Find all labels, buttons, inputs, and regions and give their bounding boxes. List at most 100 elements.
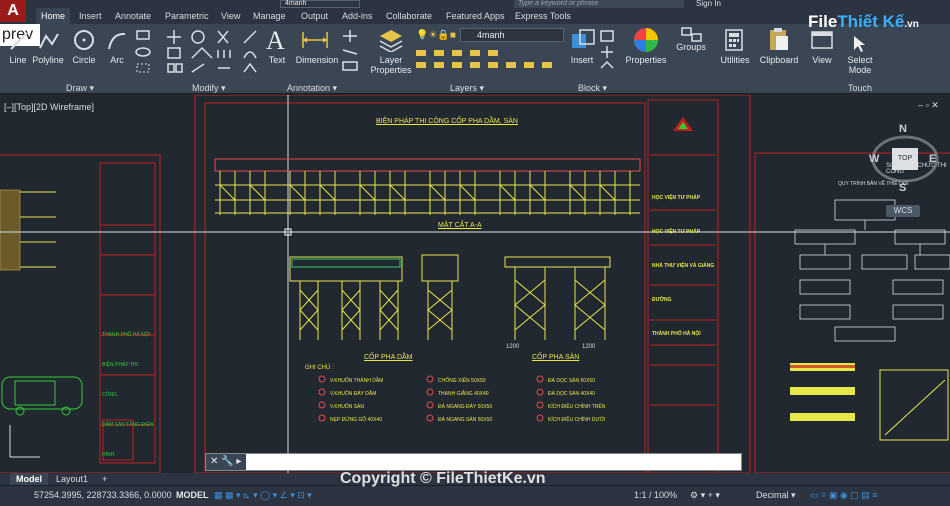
command-line-controls[interactable]: ✕ 🔧 ▸: [206, 454, 246, 470]
cursor-coordinates[interactable]: 57254.3995, 228733.3366, 0.0000: [34, 490, 172, 500]
title-bar: [0, 0, 950, 8]
wcs-menu-button[interactable]: WCS: [886, 205, 920, 217]
workspace-gear-icon[interactable]: ⚙ ▾ + ▾: [690, 490, 720, 501]
title-block-text: BIỆN PHÁP THI CÔNG: [102, 362, 138, 398]
ribbon-tab-collaborate[interactable]: Collaborate: [381, 8, 437, 24]
utilities-icon[interactable]: [724, 28, 744, 52]
insert-button-label[interactable]: Insert: [566, 55, 598, 65]
compass-north[interactable]: N: [899, 123, 907, 135]
notes-column-3: ĐÀ DỌC SÀN 50X50 ĐÀ DỌC SÀN 40X40 KÍCH ĐIỀ…: [548, 375, 605, 427]
ribbon-tab-featured-apps[interactable]: Featured Apps: [441, 8, 510, 24]
compass-south[interactable]: S: [899, 182, 906, 194]
title-block-text: THÀNH PHỐ HÀ NỘI: [652, 331, 701, 337]
notes-column-1: V.KHUÔN THÀNH DẦM V.KHUÔN ĐÁY DẦM V.KHUÔN …: [330, 375, 383, 427]
right-title-block-texts: HỌC VIỆN TƯ PHÁP HỌC VIỆN TƯ PHÁP NHÀ THƯ …: [652, 181, 716, 351]
add-layout-button[interactable]: +: [96, 473, 113, 485]
keyword-search-input[interactable]: Type a keyword or phrase: [514, 0, 684, 8]
ribbon-tab-annotate[interactable]: Annotate: [110, 8, 156, 24]
note-item: V.KHUÔN SÀN: [330, 404, 364, 410]
layer-properties-icon[interactable]: [378, 28, 404, 52]
arc-button-label[interactable]: Arc: [104, 55, 130, 65]
title-block-text: HỌC VIỆN TƯ PHÁP: [652, 229, 701, 235]
ribbon-tab-home[interactable]: Home: [36, 8, 71, 24]
layer-dropdown[interactable]: 4manh: [460, 28, 564, 42]
copyright-watermark: Copyright © FileThietKe.vn: [340, 470, 546, 487]
sign-in-link[interactable]: Sign In: [696, 0, 721, 8]
viewport-window-controls[interactable]: – ▫ ✕: [918, 100, 939, 111]
compass-west[interactable]: W: [869, 153, 879, 165]
groups-button-label[interactable]: Groups: [672, 42, 710, 52]
annotation-panel-label[interactable]: Annotation ▾: [287, 82, 337, 94]
polyline-button-label[interactable]: Polyline: [30, 55, 66, 65]
clipboard-icon[interactable]: [768, 26, 790, 52]
text-button-label[interactable]: Text: [263, 55, 291, 65]
workspace-field[interactable]: 4manh: [280, 0, 360, 8]
select-mode-icon[interactable]: [850, 34, 868, 54]
block-panel-label[interactable]: Block ▾: [578, 82, 607, 94]
note-item: NẸP ĐỨNG GỖ 40X40: [330, 417, 382, 423]
compass-east[interactable]: E: [929, 153, 936, 165]
drawing-viewport[interactable]: BIỆN PHÁP THI CÔNG CỐP PHA DẦM, SÀN MẶT …: [0, 95, 950, 473]
title-block-text: DẦM SÀN TẦNG ĐIỂN HÌNH: [102, 422, 154, 458]
clipboard-button-label[interactable]: Clipboard: [757, 55, 801, 65]
layer-state-icons[interactable]: 💡☀🔒■: [416, 30, 456, 41]
drawing-main-title: BIỆN PHÁP THI CÔNG CỐP PHA DẦM, SÀN: [376, 118, 518, 125]
dimension-icon[interactable]: [300, 28, 330, 52]
ribbon-tab-manage[interactable]: Manage: [248, 8, 291, 24]
circle-button-label[interactable]: Circle: [70, 55, 98, 65]
note-item: V.KHUÔN THÀNH DẦM: [330, 378, 384, 384]
ribbon-tab-view[interactable]: View: [216, 8, 245, 24]
left-title-block-texts: THÀNH PHỐ HÀ NỘI BIỆN PHÁP THI CÔNG DẦM SÀ…: [102, 320, 154, 470]
tab-model[interactable]: Model: [10, 473, 48, 485]
note-item: KÍCH ĐIỀU CHỈNH DƯỚI: [548, 417, 606, 423]
modify-tools-icon[interactable]: [166, 28, 262, 76]
units-dropdown[interactable]: Decimal ▾: [756, 490, 796, 501]
properties-button-label[interactable]: Properties: [622, 55, 670, 65]
select-mode-button-label[interactable]: Select Mode: [842, 55, 878, 75]
modify-panel-label[interactable]: Modify ▾: [192, 82, 226, 94]
annotation-small-tools-icon[interactable]: [340, 28, 362, 74]
line-icon[interactable]: [8, 30, 30, 52]
title-block-text: THÀNH PHỐ HÀ NỘI: [102, 332, 151, 338]
circle-icon[interactable]: [72, 28, 96, 52]
text-icon[interactable]: A: [266, 26, 285, 56]
ribbon-tab-insert[interactable]: Insert: [74, 8, 107, 24]
annotation-scale[interactable]: 1:1 / 100%: [634, 490, 677, 500]
status-toggle-icons-left[interactable]: ▦ ▦ ▾ ⊾ ▾ ◯ ▾ ∠ ▾ ⊡ ▾: [214, 490, 312, 501]
command-line[interactable]: ✕ 🔧 ▸: [205, 453, 742, 471]
dimension-right: 1200: [582, 344, 596, 350]
layer-tools-icon[interactable]: [414, 46, 564, 72]
ribbon-tab-parametric[interactable]: Parametric: [160, 8, 214, 24]
status-toggle-icons-right[interactable]: ▭ ⌾ ▣ ◉ ▢ ▤ ≡: [810, 490, 878, 501]
insert-block-icon[interactable]: [570, 28, 596, 52]
utilities-button-label[interactable]: Utilities: [714, 55, 756, 65]
beam-formwork-label: CỐP PHA DẦM: [364, 354, 413, 361]
slab-formwork-label: CỐP PHA SÀN: [532, 354, 580, 361]
tab-layout1[interactable]: Layout1: [50, 473, 94, 485]
dimension-button-label[interactable]: Dimension: [292, 55, 342, 65]
note-item: ĐÀ DỌC SÀN 50X50: [548, 378, 595, 384]
touch-panel-label: Touch: [848, 83, 873, 93]
view-button-label[interactable]: View: [806, 55, 838, 65]
properties-icon[interactable]: [632, 26, 660, 54]
filethietke-logo: FileThiết Kế.vn: [808, 12, 919, 31]
ribbon-tab-output[interactable]: Output: [296, 8, 333, 24]
line-button-label[interactable]: Line: [5, 55, 31, 65]
notes-column-2: CHỐNG XIÊN 50X50 THANH GIẰNG 40X40 ĐÀ NGAN…: [438, 375, 492, 427]
model-space-toggle[interactable]: MODEL: [176, 490, 209, 500]
block-small-tools-icon[interactable]: [598, 28, 618, 74]
layer-properties-button-label[interactable]: Layer Properties: [370, 55, 412, 75]
application-menu-button[interactable]: A: [0, 0, 26, 22]
ribbon-tab-add-ins[interactable]: Add-ins: [337, 8, 378, 24]
viewcube-top-face[interactable]: TOP: [892, 148, 918, 170]
layers-panel-label[interactable]: Layers ▾: [450, 82, 484, 94]
draw-small-tools-icon[interactable]: [134, 28, 158, 74]
ribbon-tab-express-tools[interactable]: Express Tools: [510, 8, 576, 24]
title-block-text: NHÀ THƯ VIỆN VÀ GIẢNG ĐƯỜNG: [652, 263, 715, 303]
polyline-icon[interactable]: [38, 30, 60, 52]
title-block-text: HỌC VIỆN TƯ PHÁP: [652, 195, 701, 201]
arc-icon[interactable]: [106, 30, 128, 52]
viewport-controls-label[interactable]: [–][Top][2D Wireframe]: [4, 102, 94, 112]
section-aa-label: MẶT CẮT A-A: [438, 222, 482, 229]
draw-panel-label[interactable]: Draw ▾: [66, 82, 94, 94]
